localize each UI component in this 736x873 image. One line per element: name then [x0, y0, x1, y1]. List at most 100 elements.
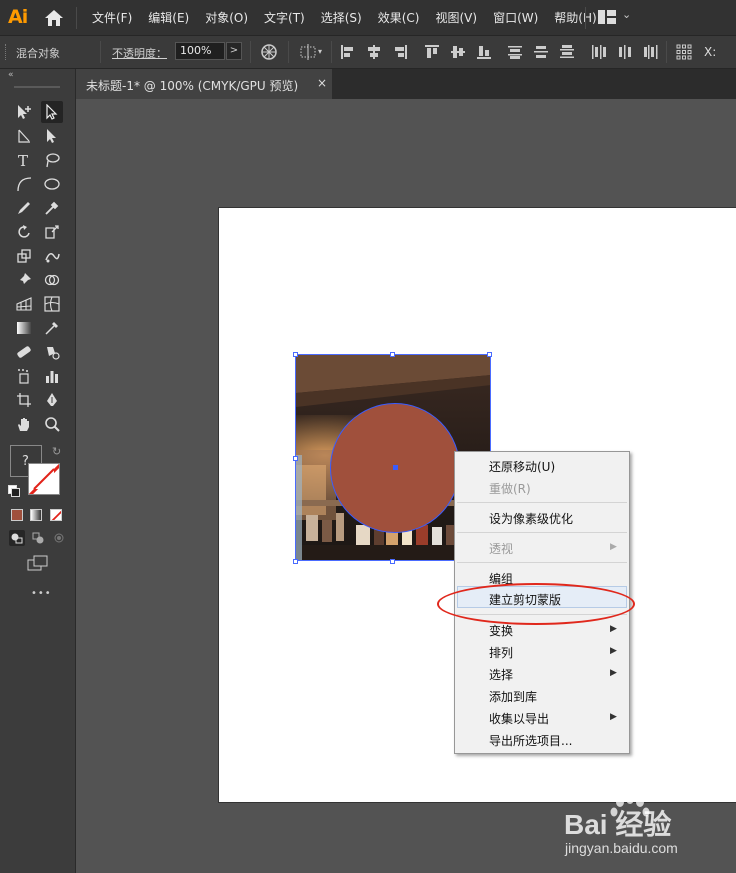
- symbol-sprayer-tool[interactable]: [13, 365, 35, 387]
- menu-item-arrange[interactable]: 排列: [489, 644, 513, 661]
- screen-mode-icon[interactable]: [27, 555, 49, 571]
- close-icon[interactable]: ×: [317, 76, 327, 90]
- gradient-tool[interactable]: [13, 317, 35, 339]
- menu-separator: [76, 7, 77, 29]
- menu-item-redo[interactable]: 重做(R): [489, 480, 531, 497]
- arc-tool[interactable]: [13, 173, 35, 195]
- type-tool[interactable]: T: [13, 149, 35, 171]
- resize-handle-top[interactable]: [390, 352, 395, 357]
- align-top-icon[interactable]: [424, 44, 440, 60]
- svg-text:T: T: [18, 152, 28, 168]
- direct-selection-tool[interactable]: [41, 101, 63, 123]
- chevron-down-icon[interactable]: ⌄: [622, 8, 631, 21]
- resize-handle-top-right[interactable]: [487, 352, 492, 357]
- opacity-label[interactable]: 不透明度：: [112, 45, 167, 61]
- shape-builder-tool[interactable]: [41, 269, 63, 291]
- rotate-tool[interactable]: [13, 221, 35, 243]
- slice-tool[interactable]: [13, 389, 35, 411]
- menu-item-add-to-library[interactable]: 添加到库: [489, 688, 537, 705]
- scale-tool[interactable]: [13, 245, 35, 267]
- chevron-right-icon[interactable]: >: [226, 42, 242, 60]
- document-tab[interactable]: 未标题-1* @ 100% (CMYK/GPU 预览) ×: [76, 69, 332, 99]
- x-position-label[interactable]: X:: [704, 45, 716, 59]
- hand-tool[interactable]: [13, 413, 35, 435]
- collapse-panel-icon[interactable]: «: [8, 70, 14, 80]
- gradient-mode-button[interactable]: [30, 509, 42, 521]
- workspace-layout-icon[interactable]: [598, 10, 616, 24]
- blend-tool[interactable]: [13, 341, 35, 363]
- submenu-arrow-icon: ▶: [610, 542, 617, 552]
- resize-handle-top-left[interactable]: [293, 352, 298, 357]
- menu-item-transform[interactable]: 变换: [489, 622, 513, 639]
- ctrl-separator: [250, 41, 251, 63]
- perspective-grid-tool[interactable]: [13, 293, 35, 315]
- selection-tool[interactable]: [41, 125, 63, 147]
- menu-item-export-selection[interactable]: 导出所选项目...: [489, 732, 572, 749]
- menu-edit[interactable]: 编辑(E): [148, 9, 189, 26]
- align-to-icon[interactable]: [300, 44, 316, 60]
- align-horizontal-center-icon[interactable]: [366, 44, 382, 60]
- distribute-right-icon[interactable]: [643, 44, 659, 60]
- menu-item-perspective[interactable]: 透视: [489, 540, 513, 557]
- pen-tool[interactable]: [41, 389, 63, 411]
- menu-select[interactable]: 选择(S): [321, 9, 362, 26]
- ellipse-tool[interactable]: [41, 173, 63, 195]
- recolor-icon[interactable]: [261, 44, 277, 60]
- default-colors-icon[interactable]: [8, 485, 20, 497]
- puppet-warp-tool[interactable]: [41, 245, 63, 267]
- menu-view[interactable]: 视图(V): [435, 9, 477, 26]
- menu-effect[interactable]: 效果(C): [378, 9, 420, 26]
- column-graph-tool[interactable]: [41, 365, 63, 387]
- eyedropper-color-tool[interactable]: [41, 317, 63, 339]
- draw-inside-icon[interactable]: [51, 530, 67, 546]
- distribute-horizontal-center-icon[interactable]: [617, 44, 633, 60]
- free-transform-tool[interactable]: [41, 221, 63, 243]
- distribute-bottom-icon[interactable]: [559, 44, 575, 60]
- edit-toolbar-button[interactable]: •••: [31, 588, 52, 599]
- resize-handle-left[interactable]: [293, 456, 298, 461]
- resize-handle-bottom[interactable]: [390, 559, 395, 564]
- draw-behind-icon[interactable]: [30, 530, 46, 546]
- zoom-tool[interactable]: [41, 413, 63, 435]
- line-segment-tool[interactable]: [13, 125, 35, 147]
- color-mode-button[interactable]: [11, 509, 23, 521]
- menu-separator: [457, 502, 627, 503]
- draw-normal-icon[interactable]: [9, 530, 25, 546]
- menu-help[interactable]: 帮助(H): [554, 9, 596, 26]
- menu-window[interactable]: 窗口(W): [493, 9, 538, 26]
- panel-grip[interactable]: [14, 86, 60, 88]
- ctrl-separator: [288, 41, 289, 63]
- live-paint-bucket-tool[interactable]: [41, 341, 63, 363]
- menu-item-pixel-optimize[interactable]: 设为像素级优化: [489, 510, 573, 527]
- artboard-tool[interactable]: [13, 101, 35, 123]
- menu-item-collect-for-export[interactable]: 收集以导出: [489, 710, 549, 727]
- menu-file[interactable]: 文件(F): [92, 9, 132, 26]
- menu-item-select[interactable]: 选择: [489, 666, 513, 683]
- transform-reference-icon[interactable]: [676, 44, 692, 60]
- align-right-icon[interactable]: [392, 44, 408, 60]
- mesh-tool[interactable]: [41, 293, 63, 315]
- menu-type[interactable]: 文字(T): [264, 9, 305, 26]
- none-mode-button[interactable]: [50, 509, 62, 521]
- pin-tool[interactable]: [13, 269, 35, 291]
- lasso-tool[interactable]: [41, 149, 63, 171]
- menu-item-undo-move[interactable]: 还原移动(U): [489, 458, 555, 475]
- stroke-swatch[interactable]: [28, 463, 60, 495]
- grip-handle[interactable]: [5, 44, 9, 60]
- align-left-icon[interactable]: [340, 44, 356, 60]
- resize-handle-bottom-left[interactable]: [293, 559, 298, 564]
- swap-fill-stroke-icon[interactable]: ↻: [52, 445, 61, 458]
- menu-object[interactable]: 对象(O): [205, 9, 248, 26]
- eyedropper-tool[interactable]: [41, 197, 63, 219]
- align-bottom-icon[interactable]: [476, 44, 492, 60]
- distribute-left-icon[interactable]: [591, 44, 607, 60]
- home-icon[interactable]: [44, 9, 64, 27]
- distribute-top-icon[interactable]: [507, 44, 523, 60]
- pencil-tool[interactable]: [13, 197, 35, 219]
- ctrl-separator: [331, 41, 332, 63]
- opacity-input[interactable]: 100%: [175, 42, 225, 60]
- menu-separator: [457, 532, 627, 533]
- distribute-center-icon[interactable]: [533, 44, 549, 60]
- chevron-down-icon[interactable]: ▾: [318, 47, 322, 56]
- align-vertical-center-icon[interactable]: [450, 44, 466, 60]
